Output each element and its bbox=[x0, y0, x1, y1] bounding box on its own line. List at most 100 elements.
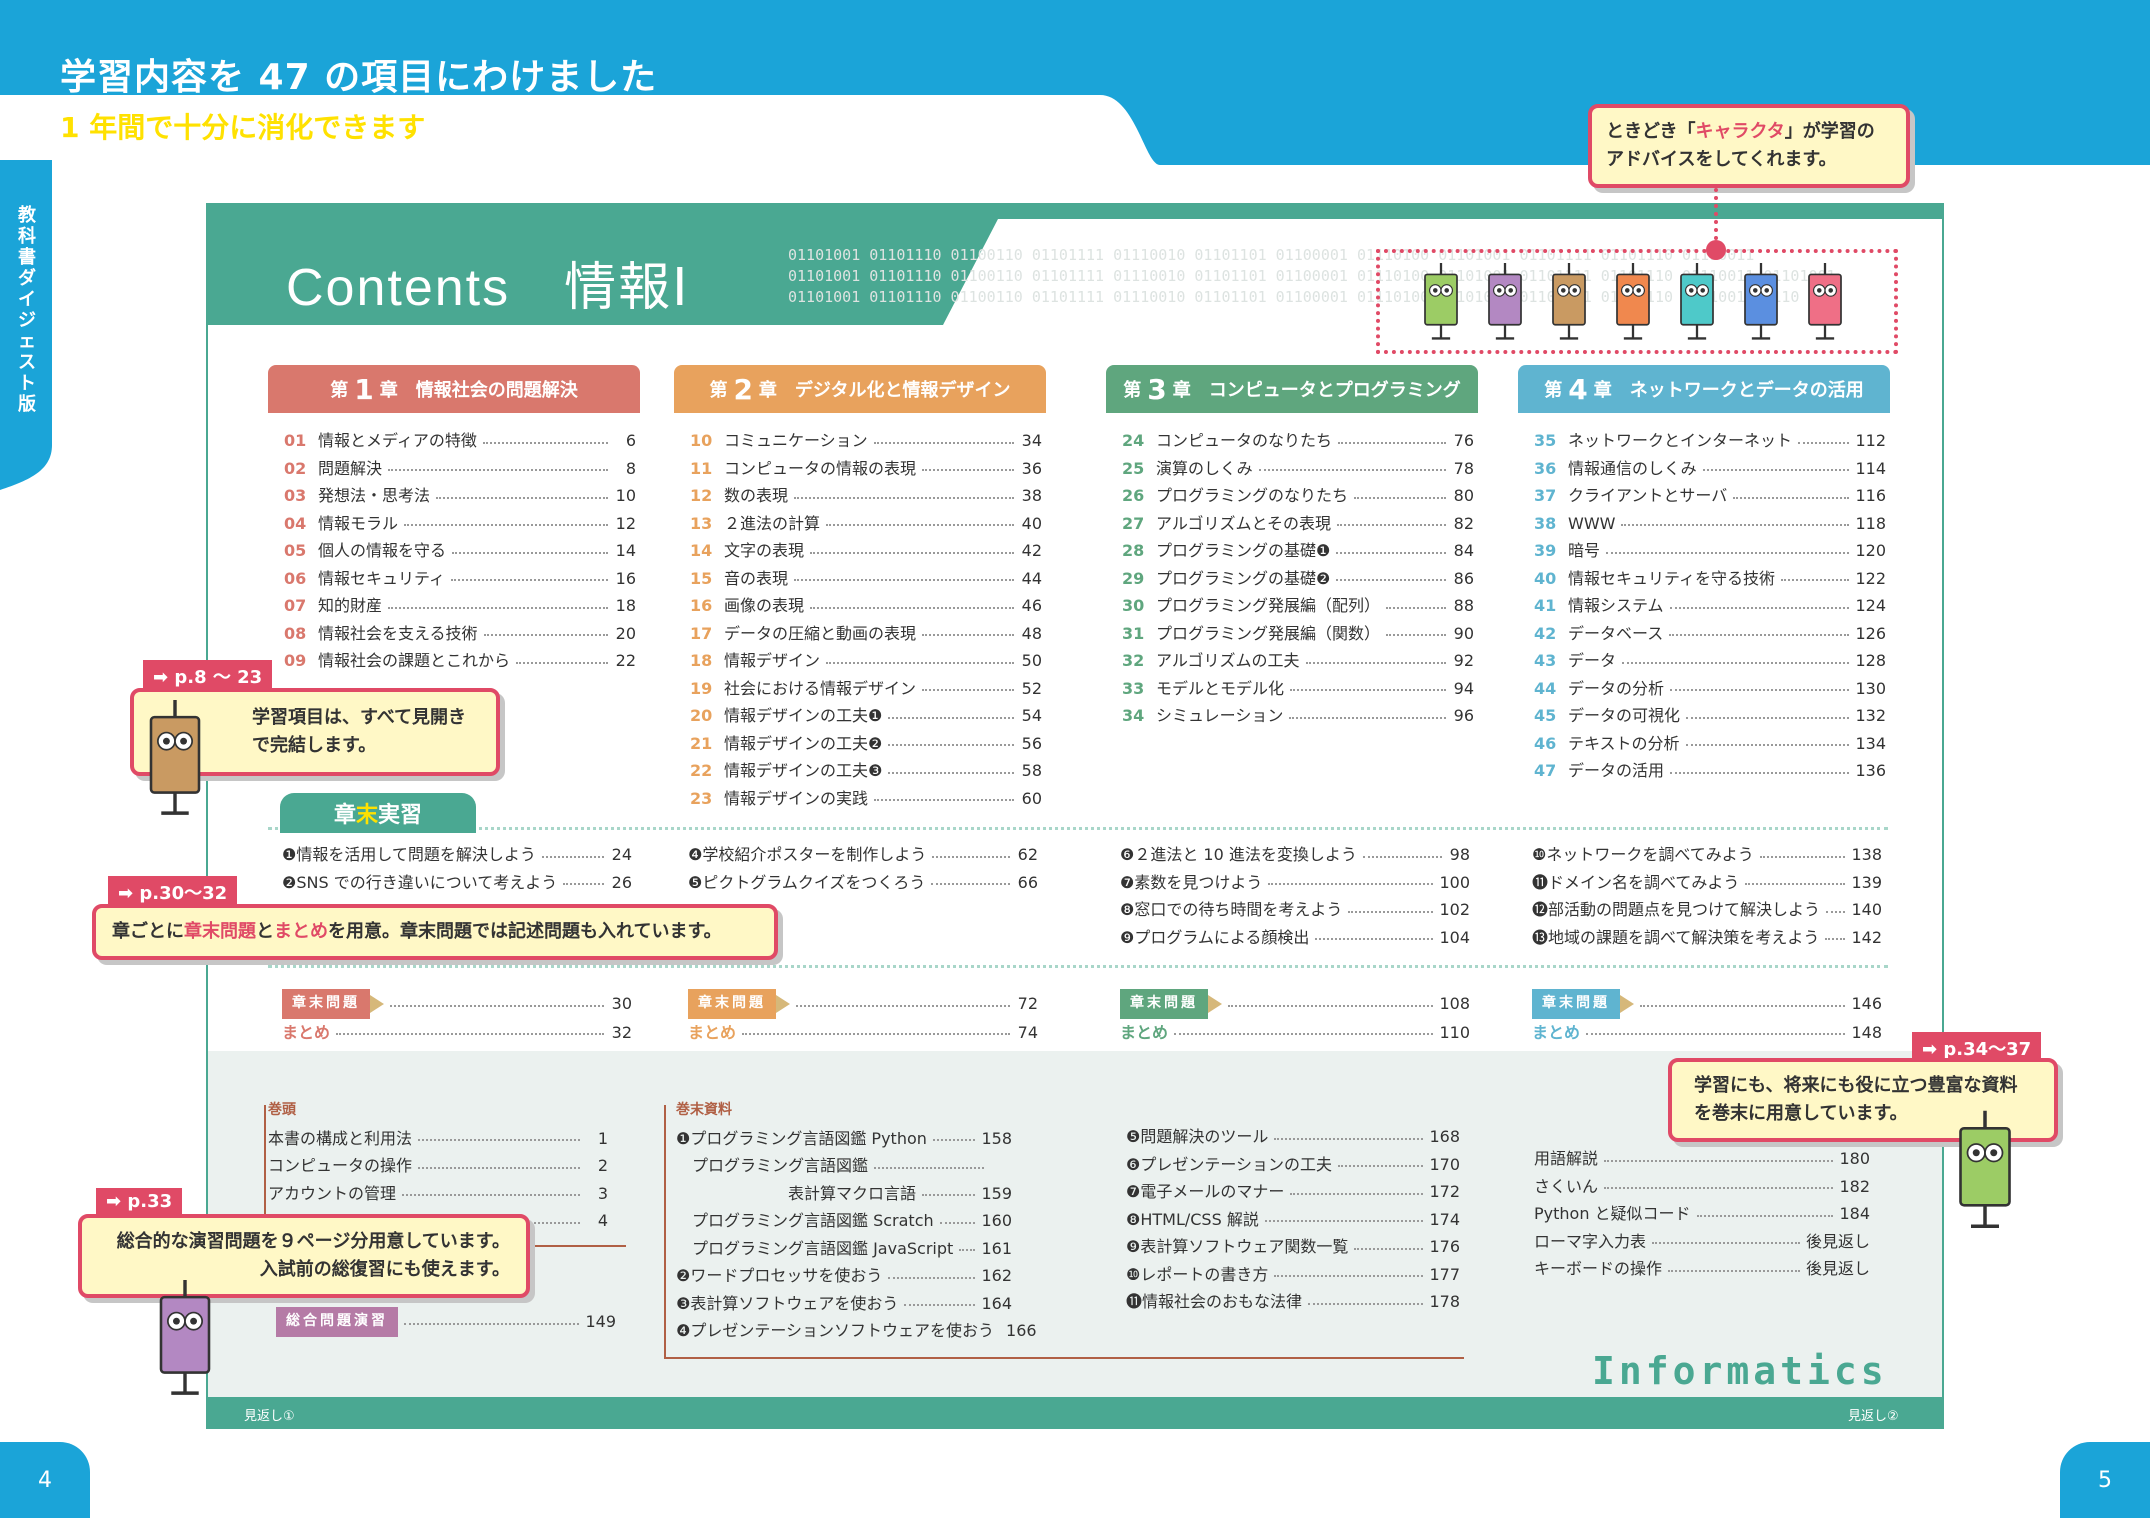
toc-row[interactable]: ❼電子メールのマナー 172 bbox=[1126, 1178, 1460, 1206]
toc-row[interactable]: ❷SNS での行き違いについて考えよう 26 bbox=[282, 869, 632, 897]
toc-row[interactable]: ❼素数を見つけよう 100 bbox=[1120, 869, 1470, 897]
item-title: プログラミングのなりたち bbox=[1156, 486, 1349, 505]
toc-row[interactable]: 10 コミュニケーション 34 bbox=[690, 427, 1042, 455]
practice-column-2: ❹学校紹介ポスターを制作しよう 62 ❺ピクトグラムクイズをつくろう 66 bbox=[688, 841, 1038, 896]
toc-row[interactable]: まとめ 148 bbox=[1532, 1019, 1882, 1047]
toc-row[interactable]: 章末問題 30 bbox=[282, 989, 632, 1019]
toc-row[interactable]: 用語解説 180 bbox=[1534, 1145, 1870, 1173]
toc-row[interactable]: 15 音の表現 44 bbox=[690, 565, 1042, 593]
toc-row[interactable]: 47 データの活用 136 bbox=[1534, 757, 1886, 785]
toc-row[interactable]: アカウントの管理 3 bbox=[268, 1180, 608, 1208]
toc-row[interactable]: 章末問題 108 bbox=[1120, 989, 1470, 1019]
toc-row[interactable]: プログラミング言語図鑑 JavaScript 161 bbox=[676, 1235, 1012, 1263]
toc-row[interactable]: 03 発想法・思考法 10 bbox=[284, 482, 636, 510]
toc-row[interactable]: ⓫情報社会のおもな法律 178 bbox=[1126, 1288, 1460, 1316]
toc-row[interactable]: コンピュータの操作 2 bbox=[268, 1152, 608, 1180]
toc-row[interactable]: ローマ字入力表 後見返し bbox=[1534, 1228, 1870, 1256]
toc-row[interactable]: 46 テキストの分析 134 bbox=[1534, 730, 1886, 758]
toc-row[interactable]: 表計算マクロ言語 159 bbox=[676, 1180, 1012, 1208]
toc-row[interactable]: ❹プレゼンテーションソフトウェアを使おう 166 bbox=[676, 1317, 1037, 1345]
toc-row[interactable]: 39 暗号 120 bbox=[1534, 537, 1886, 565]
appendix-column-1: 巻末資料 ❶プログラミング言語図鑑 Python 158 プログラミング言語図鑑 表… bbox=[676, 1097, 1037, 1345]
toc-row[interactable]: ❻２進法と 10 進法を変換しよう 98 bbox=[1120, 841, 1470, 869]
toc-row[interactable]: 44 データの分析 130 bbox=[1534, 675, 1886, 703]
item-title: 情報デザインの実践 bbox=[724, 788, 869, 808]
toc-row[interactable]: 40 情報セキュリティを守る技術 122 bbox=[1534, 565, 1886, 593]
toc-row[interactable]: 13 ２進法の計算 40 bbox=[690, 510, 1042, 538]
toc-row[interactable]: 章末問題 146 bbox=[1532, 989, 1882, 1019]
leader-dots bbox=[1586, 1033, 1846, 1036]
toc-row[interactable]: ❺ピクトグラムクイズをつくろう 66 bbox=[688, 869, 1038, 897]
toc-row[interactable]: ❶プログラミング言語図鑑 Python 158 bbox=[676, 1125, 1012, 1153]
toc-row[interactable]: 本書の構成と利用法 1 bbox=[268, 1125, 608, 1153]
toc-row[interactable]: 22 情報デザインの工夫❸ 58 bbox=[690, 757, 1042, 785]
toc-row[interactable]: 16 画像の表現 46 bbox=[690, 592, 1042, 620]
toc-row[interactable]: 28 プログラミングの基礎❶ 84 bbox=[1122, 537, 1474, 565]
toc-row[interactable]: 36 情報通信のしくみ 114 bbox=[1534, 455, 1886, 483]
toc-row[interactable]: 23 情報デザインの実践 60 bbox=[690, 785, 1042, 813]
toc-row[interactable]: ❸表計算ソフトウェアを使おう 164 bbox=[676, 1290, 1012, 1318]
toc-row[interactable]: 38 WWW 118 bbox=[1534, 510, 1886, 538]
toc-row[interactable]: 30 プログラミング発展編（配列） 88 bbox=[1122, 592, 1474, 620]
item-title: データの分析 bbox=[1568, 678, 1665, 698]
toc-row[interactable]: まとめ 110 bbox=[1120, 1019, 1470, 1047]
toc-row[interactable]: 32 アルゴリズムの工夫 92 bbox=[1122, 647, 1474, 675]
toc-row[interactable]: ❷ワードプロセッサを使おう 162 bbox=[676, 1262, 1012, 1290]
toc-row[interactable]: 02 問題解決 8 bbox=[284, 455, 636, 483]
toc-row[interactable]: ❺問題解決のツール 168 bbox=[1126, 1123, 1460, 1151]
toc-row[interactable]: プログラミング言語図鑑 Scratch 160 bbox=[676, 1207, 1012, 1235]
toc-row[interactable]: 31 プログラミング発展編（関数） 90 bbox=[1122, 620, 1474, 648]
toc-row[interactable]: 05 個人の情報を守る 14 bbox=[284, 537, 636, 565]
toc-row[interactable]: Python と疑似コード 184 bbox=[1534, 1200, 1870, 1228]
toc-row[interactable]: 18 情報デザイン 50 bbox=[690, 647, 1042, 675]
exam-row[interactable]: 総合問題演習 149 bbox=[276, 1307, 616, 1337]
toc-row[interactable]: 07 知的財産 18 bbox=[284, 592, 636, 620]
toc-row[interactable]: まとめ 74 bbox=[688, 1019, 1038, 1047]
toc-row[interactable]: 04 情報モラル 12 bbox=[284, 510, 636, 538]
toc-row[interactable]: 09 情報社会の課題とこれから 22 bbox=[284, 647, 636, 675]
toc-row[interactable]: ⓭地域の課題を調べて解決策を考えよう 142 bbox=[1532, 924, 1882, 952]
toc-row[interactable]: ❽窓口での待ち時間を考えよう 102 bbox=[1120, 896, 1470, 924]
toc-row[interactable]: ❶情報を活用して問題を解決しよう 24 bbox=[282, 841, 632, 869]
toc-row[interactable]: 21 情報デザインの工夫❷ 56 bbox=[690, 730, 1042, 758]
toc-row[interactable]: 19 社会における情報デザイン 52 bbox=[690, 675, 1042, 703]
toc-row[interactable]: 42 データベース 126 bbox=[1534, 620, 1886, 648]
toc-row[interactable]: 24 コンピュータのなりたち 76 bbox=[1122, 427, 1474, 455]
toc-row[interactable]: ❻プレゼンテーションの工夫 170 bbox=[1126, 1151, 1460, 1179]
toc-row[interactable]: 14 文字の表現 42 bbox=[690, 537, 1042, 565]
toc-row[interactable]: 08 情報社会を支える技術 20 bbox=[284, 620, 636, 648]
toc-row[interactable]: ❾表計算ソフトウェア関数一覧 176 bbox=[1126, 1233, 1460, 1261]
leader-dots bbox=[1640, 1004, 1846, 1007]
toc-row[interactable]: まとめ 32 bbox=[282, 1019, 632, 1047]
toc-row[interactable]: 章末問題 72 bbox=[688, 989, 1038, 1019]
toc-row[interactable]: 37 クライアントとサーバ 116 bbox=[1534, 482, 1886, 510]
toc-row[interactable]: 41 情報システム 124 bbox=[1534, 592, 1886, 620]
toc-row[interactable]: 34 シミュレーション 96 bbox=[1122, 702, 1474, 730]
toc-row[interactable]: 29 プログラミングの基礎❷ 86 bbox=[1122, 565, 1474, 593]
toc-row[interactable]: 06 情報セキュリティ 16 bbox=[284, 565, 636, 593]
toc-row[interactable]: 27 アルゴリズムとその表現 82 bbox=[1122, 510, 1474, 538]
toc-row[interactable]: さくいん 182 bbox=[1534, 1173, 1870, 1201]
toc-row[interactable]: 33 モデルとモデル化 94 bbox=[1122, 675, 1474, 703]
toc-row[interactable]: ❿レポートの書き方 177 bbox=[1126, 1261, 1460, 1289]
toc-row[interactable]: 35 ネットワークとインターネット 112 bbox=[1534, 427, 1886, 455]
toc-row[interactable]: 17 データの圧縮と動画の表現 48 bbox=[690, 620, 1042, 648]
toc-row[interactable]: 20 情報デザインの工夫❶ 54 bbox=[690, 702, 1042, 730]
toc-row[interactable]: プログラミング言語図鑑 bbox=[676, 1152, 1012, 1180]
toc-row[interactable]: ⓫ドメイン名を調べてみよう 139 bbox=[1532, 869, 1882, 897]
toc-row[interactable]: 11 コンピュータの情報の表現 36 bbox=[690, 455, 1042, 483]
toc-row[interactable]: キーボードの操作 後見返し bbox=[1534, 1255, 1870, 1283]
toc-row[interactable]: 25 演算のしくみ 78 bbox=[1122, 455, 1474, 483]
item-title: WWW bbox=[1568, 513, 1616, 533]
toc-row[interactable]: 43 データ 128 bbox=[1534, 647, 1886, 675]
toc-row[interactable]: ⓬部活動の問題点を見つけて解決しよう 140 bbox=[1532, 896, 1882, 924]
toc-row[interactable]: 45 データの可視化 132 bbox=[1534, 702, 1886, 730]
leader-dots bbox=[1337, 524, 1446, 527]
toc-row[interactable]: ❾プログラムによる顔検出 104 bbox=[1120, 924, 1470, 952]
toc-row[interactable]: 26 プログラミングのなりたち 80 bbox=[1122, 482, 1474, 510]
toc-row[interactable]: 12 数の表現 38 bbox=[690, 482, 1042, 510]
toc-row[interactable]: ❹学校紹介ポスターを制作しよう 62 bbox=[688, 841, 1038, 869]
toc-row[interactable]: ❿ネットワークを調べてみよう 138 bbox=[1532, 841, 1882, 869]
toc-row[interactable]: 01 情報とメディアの特徴 6 bbox=[284, 427, 636, 455]
toc-row[interactable]: ❽HTML/CSS 解説 174 bbox=[1126, 1206, 1460, 1234]
